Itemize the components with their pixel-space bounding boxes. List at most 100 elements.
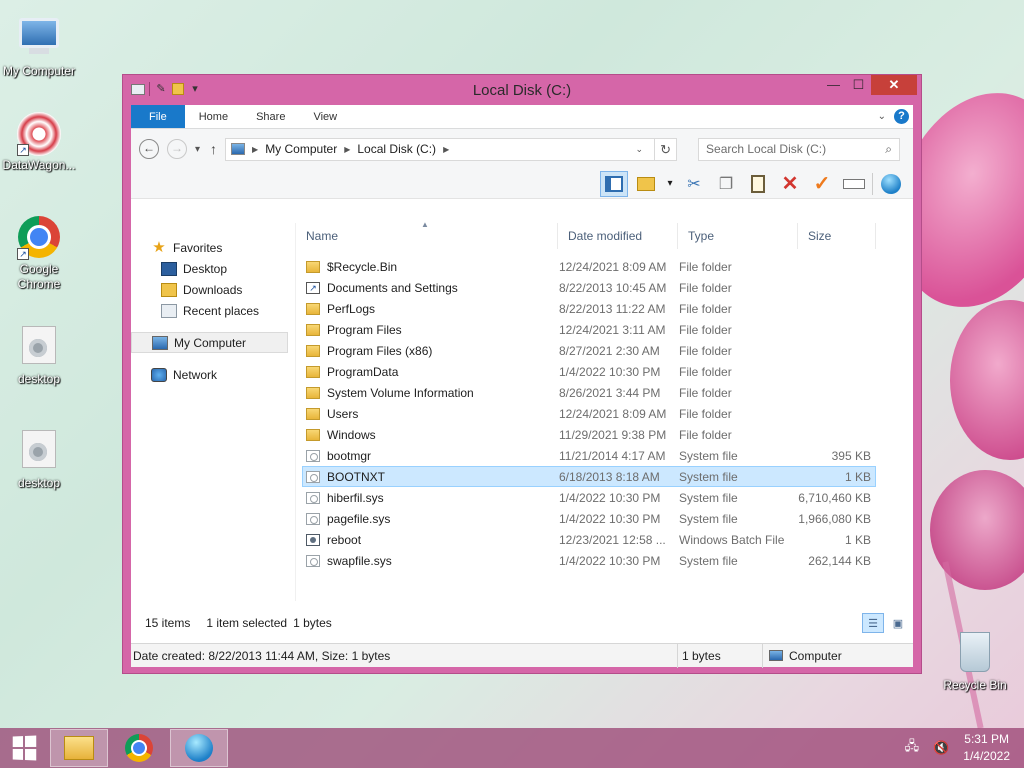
- tab-file[interactable]: File: [131, 105, 185, 128]
- file-row[interactable]: Users 12/24/2021 8:09 AM File folder: [302, 403, 876, 424]
- desktop-icon-chrome[interactable]: ↗ Google Chrome: [0, 216, 78, 292]
- file-name-cell: Documents and Settings: [303, 281, 559, 295]
- column-header-date[interactable]: Date modified: [558, 223, 678, 249]
- file-date: 1/4/2022 10:30 PM: [559, 364, 661, 379]
- system-file-icon: [306, 512, 320, 525]
- back-button[interactable]: ←: [139, 139, 159, 159]
- column-header-size[interactable]: Size: [798, 223, 876, 249]
- file-row[interactable]: ProgramData 1/4/2022 10:30 PM File folder: [302, 361, 876, 382]
- maximize-button[interactable]: ☐: [846, 75, 871, 95]
- desktop-icon-label: Google Chrome: [17, 262, 61, 291]
- chevron-right-icon[interactable]: ▶: [443, 145, 449, 154]
- nav-downloads[interactable]: Downloads: [131, 279, 295, 300]
- file-size: 1,966,080 KB: [798, 511, 871, 526]
- file-row[interactable]: pagefile.sys 1/4/2022 10:30 PM System file…: [302, 508, 876, 529]
- file-name-cell: $Recycle.Bin: [303, 260, 559, 274]
- file-explorer-icon: [64, 736, 94, 760]
- breadcrumb-local-disk[interactable]: Local Disk (C:): [357, 142, 436, 156]
- desktop-icon-datawagon[interactable]: ↗ DataWagon...: [0, 112, 78, 173]
- copy-button[interactable]: ❐: [712, 171, 740, 197]
- file-row[interactable]: Windows 11/29/2021 9:38 PM File folder: [302, 424, 876, 445]
- file-date: 12/24/2021 3:11 AM: [559, 322, 666, 337]
- preview-pane-button[interactable]: [600, 170, 628, 197]
- window-body: File Home Share View ⌄ ? ← → ▾ ↑ ▶ My Co…: [131, 105, 913, 668]
- title-bar[interactable]: ✎ ▾ Local Disk (C:) — ☐ ✕: [123, 75, 921, 105]
- rename-button[interactable]: [840, 171, 868, 197]
- file-size: 395 KB: [831, 448, 871, 463]
- system-file-icon: [306, 470, 320, 483]
- cut-button[interactable]: ✂: [680, 171, 708, 197]
- file-row[interactable]: PerfLogs 8/22/2013 11:22 AM File folder: [302, 298, 876, 319]
- large-icons-view-button[interactable]: ▣: [887, 613, 909, 633]
- forward-button[interactable]: →: [167, 139, 187, 159]
- desktop-icon-recycle-bin[interactable]: Recycle Bin: [936, 632, 1014, 693]
- chevron-right-icon[interactable]: ▶: [344, 145, 350, 154]
- file-row[interactable]: Documents and Settings 8/22/2013 10:45 AM…: [302, 277, 876, 298]
- file-row[interactable]: $Recycle.Bin 12/24/2021 8:09 AM File folde…: [302, 256, 876, 277]
- globe-button[interactable]: [877, 171, 905, 197]
- nav-network[interactable]: Network: [131, 364, 295, 385]
- file-row[interactable]: Program Files (x86) 8/27/2021 2:30 AM File…: [302, 340, 876, 361]
- clock[interactable]: 5:31 PM 1/4/2022: [963, 731, 1010, 765]
- nav-desktop[interactable]: Desktop: [131, 258, 295, 279]
- breadcrumb-my-computer[interactable]: My Computer: [265, 142, 337, 156]
- taskbar-file-explorer[interactable]: [50, 729, 108, 767]
- taskbar-globe-app[interactable]: [170, 729, 228, 767]
- nav-recent-places[interactable]: Recent places: [131, 300, 295, 321]
- file-row[interactable]: reboot 12/23/2021 12:58 ... Windows Batch …: [302, 529, 876, 550]
- recent-locations-dropdown-icon[interactable]: ▾: [195, 144, 200, 155]
- expand-ribbon-icon[interactable]: ⌄: [878, 111, 886, 122]
- file-row[interactable]: Program Files 12/24/2021 3:11 AM File fold…: [302, 319, 876, 340]
- file-name-cell: System Volume Information: [303, 386, 559, 400]
- column-header-type[interactable]: Type: [678, 223, 798, 249]
- file-row[interactable]: BOOTNXT 6/18/2013 8:18 AM System file 1 KB: [302, 466, 876, 487]
- file-name-cell: ProgramData: [303, 365, 559, 379]
- close-button[interactable]: ✕: [871, 75, 917, 95]
- nav-label: Favorites: [173, 240, 223, 255]
- desktop-icon-my-computer[interactable]: My Computer: [0, 12, 78, 79]
- help-icon[interactable]: ?: [894, 109, 909, 124]
- tab-home[interactable]: Home: [185, 105, 242, 128]
- network-status-icon[interactable]: 🖧: [905, 737, 920, 759]
- desktop-icon-desktop-ini-1[interactable]: desktop: [0, 324, 78, 387]
- address-dropdown-icon[interactable]: ⌄: [635, 144, 649, 155]
- taskbar-chrome[interactable]: [110, 729, 168, 767]
- search-input[interactable]: Search Local Disk (C:) ⌕: [698, 137, 901, 161]
- sort-arrow-icon: ▲: [421, 220, 429, 229]
- up-button[interactable]: ↑: [210, 141, 217, 157]
- nav-my-computer[interactable]: My Computer: [131, 332, 288, 353]
- item-count: 15 items: [145, 616, 191, 630]
- address-bar[interactable]: ▶ My Computer ▶ Local Disk (C:) ▶ ⌄: [225, 137, 656, 161]
- chevron-right-icon[interactable]: ▶: [252, 145, 258, 154]
- refresh-button[interactable]: ↻: [655, 137, 678, 161]
- file-row[interactable]: bootmgr 11/21/2014 4:17 AM System file 395 …: [302, 445, 876, 466]
- file-row[interactable]: hiberfil.sys 1/4/2022 10:30 PM System file…: [302, 487, 876, 508]
- nav-favorites[interactable]: ★ Favorites: [131, 237, 295, 258]
- file-row[interactable]: System Volume Information 8/26/2021 3:44 …: [302, 382, 876, 403]
- tab-share[interactable]: Share: [242, 105, 299, 128]
- file-type: System file: [679, 511, 738, 526]
- system-tray: 🖧 🔇 5:31 PM 1/4/2022: [905, 728, 1010, 768]
- delete-button[interactable]: ✕: [776, 171, 804, 197]
- file-name: bootmgr: [327, 448, 372, 463]
- folder-options-button[interactable]: [632, 171, 660, 197]
- chrome-icon: [125, 734, 153, 762]
- details-view-button[interactable]: ☰: [862, 613, 884, 633]
- start-button[interactable]: [0, 728, 48, 768]
- minimize-button[interactable]: —: [821, 75, 846, 95]
- folder-icon: [306, 302, 320, 315]
- details-location: Computer: [763, 649, 842, 663]
- volume-muted-icon[interactable]: 🔇: [933, 740, 949, 756]
- windows-logo-icon: [12, 735, 37, 761]
- desktop-icon-label: My Computer: [2, 64, 76, 78]
- folder-options-dropdown-icon[interactable]: ▾: [664, 171, 676, 197]
- apply-button[interactable]: ✓: [808, 171, 836, 197]
- file-size: 1 KB: [844, 532, 871, 547]
- search-icon[interactable]: ⌕: [885, 142, 892, 157]
- paste-button[interactable]: [744, 171, 772, 197]
- desktop-icon-desktop-ini-2[interactable]: desktop: [0, 428, 78, 491]
- file-row[interactable]: swapfile.sys 1/4/2022 10:30 PM System file…: [302, 550, 876, 571]
- globe-icon: [881, 173, 901, 194]
- file-date: 12/23/2021 12:58 ...: [559, 532, 666, 547]
- tab-view[interactable]: View: [299, 105, 351, 128]
